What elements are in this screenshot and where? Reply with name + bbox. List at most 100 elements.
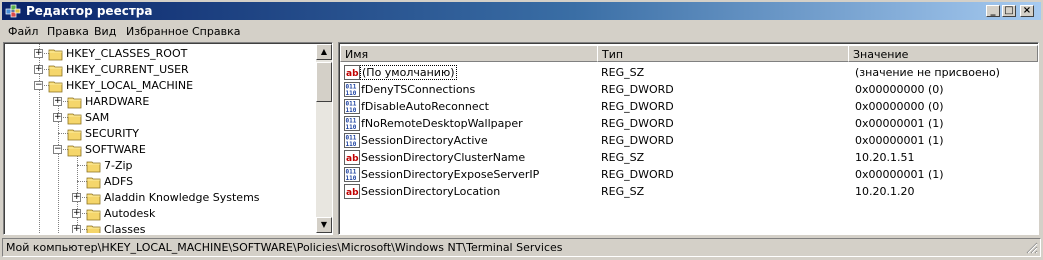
binary-value-icon: 011110 xyxy=(344,116,360,131)
menu-favorites[interactable]: Избранное xyxy=(126,25,188,38)
value-row[interactable]: 011 110 fDisableAutoReconnect REG_DWORD 0x00… xyxy=(341,98,1041,115)
menu-view[interactable]: Вид xyxy=(94,25,116,38)
value-data: 10.20.1.20 xyxy=(855,185,915,198)
value-name: fNoRemoteDesktopWallpaper xyxy=(361,117,523,130)
value-row[interactable]: 011 110 SessionDirectoryExposeServerIP REG_… xyxy=(341,166,1041,183)
folder-icon xyxy=(48,49,63,61)
tree-scrollbar[interactable]: ▲ ▼ xyxy=(316,44,332,233)
tree-node-label: SAM xyxy=(85,111,110,124)
expand-icon[interactable]: + xyxy=(72,225,81,233)
tree-node-software[interactable]: − SOFTWARE xyxy=(5,142,316,158)
minimize-button[interactable]: _ xyxy=(986,5,1000,17)
tree-node-hkey-local-machine[interactable]: − HKEY_LOCAL_MACHINE xyxy=(5,78,316,94)
scroll-thumb[interactable] xyxy=(316,62,332,102)
tree-node-classes[interactable]: + Classes xyxy=(5,222,316,233)
tree-node-label: SECURITY xyxy=(85,127,139,140)
value-row[interactable]: 011 110 SessionDirectoryActive REG_DWORD 0x0… xyxy=(341,132,1041,149)
status-bar: Мой компьютер\HKEY_LOCAL_MACHINE\SOFTWAR… xyxy=(2,238,1041,257)
tree-node-adfs[interactable]: ADFS xyxy=(5,174,316,190)
folder-icon xyxy=(86,225,101,233)
binary-value-icon: 011110 xyxy=(344,99,360,114)
expand-icon[interactable]: + xyxy=(53,97,62,106)
svg-text:ab: ab xyxy=(346,188,359,198)
value-type: REG_DWORD xyxy=(601,83,674,96)
resize-grip-icon[interactable] xyxy=(1026,242,1038,254)
tree-node-aladdin-knowledge-systems[interactable]: + Aladdin Knowledge Systems xyxy=(5,190,316,206)
value-type: REG_DWORD xyxy=(601,168,674,181)
close-button[interactable]: × xyxy=(1020,5,1034,17)
value-type: REG_DWORD xyxy=(601,117,674,130)
menu-edit[interactable]: Правка xyxy=(47,25,89,38)
folder-icon xyxy=(48,81,63,93)
tree-node-autodesk[interactable]: + Autodesk xyxy=(5,206,316,222)
registry-editor-window: Редактор реестра _ □ × Файл Правка Вид И… xyxy=(0,0,1043,260)
value-data: (значение не присвоено) xyxy=(855,66,1000,79)
column-header-value[interactable]: Значение xyxy=(848,45,1038,62)
value-row[interactable]: ab (По умолчанию) REG_SZ (значение не присв… xyxy=(341,64,1041,81)
expand-icon[interactable]: + xyxy=(34,65,43,74)
value-data: 0x00000000 (0) xyxy=(855,83,944,96)
folder-icon xyxy=(48,65,63,77)
svg-text:110: 110 xyxy=(346,175,357,182)
collapse-icon[interactable]: − xyxy=(34,81,43,90)
tree-node-sam[interactable]: + SAM xyxy=(5,110,316,126)
title-bar[interactable]: Редактор реестра _ □ × xyxy=(2,2,1041,20)
value-name: SessionDirectoryActive xyxy=(361,134,488,147)
expand-icon[interactable]: + xyxy=(72,209,81,218)
binary-value-icon: 011110 xyxy=(344,133,360,148)
svg-text:110: 110 xyxy=(346,124,357,131)
registry-editor-icon xyxy=(5,4,21,18)
tree-node-hkey-classes-root[interactable]: + HKEY_CLASSES_ROOT xyxy=(5,46,316,62)
expand-icon[interactable]: + xyxy=(34,49,43,58)
tree-node-label: Aladdin Knowledge Systems xyxy=(104,191,260,204)
tree-node-7-zip[interactable]: 7-Zip xyxy=(5,158,316,174)
status-path: Мой компьютер\HKEY_LOCAL_MACHINE\SOFTWAR… xyxy=(6,241,563,254)
folder-icon xyxy=(86,209,101,221)
value-name: SessionDirectoryLocation xyxy=(361,185,501,198)
value-name: fDisableAutoReconnect xyxy=(361,100,489,113)
value-row[interactable]: 011 110 fNoRemoteDesktopWallpaper REG_DWORD… xyxy=(341,115,1041,132)
svg-text:110: 110 xyxy=(346,90,357,97)
tree-node-label: Autodesk xyxy=(104,207,156,220)
value-type: REG_DWORD xyxy=(601,134,674,147)
value-row[interactable]: ab SessionDirectoryLocation REG_SZ 10.20.1.… xyxy=(341,183,1041,200)
tree-node-security[interactable]: SECURITY xyxy=(5,126,316,142)
menu-file[interactable]: Файл xyxy=(8,25,38,38)
value-row[interactable]: 011 110 fDenyTSConnections REG_DWORD 0x00000… xyxy=(341,81,1041,98)
maximize-button[interactable]: □ xyxy=(1002,5,1016,17)
value-type: REG_SZ xyxy=(601,151,645,164)
expand-icon[interactable]: + xyxy=(72,193,81,202)
svg-text:ab: ab xyxy=(346,154,359,164)
folder-icon xyxy=(67,97,82,109)
value-name: (По умолчанию) xyxy=(360,65,457,80)
tree-node-label: ADFS xyxy=(104,175,134,188)
tree-node-hkey-current-user[interactable]: + HKEY_CURRENT_USER xyxy=(5,62,316,78)
value-data: 0x00000000 (0) xyxy=(855,100,944,113)
string-value-icon: ab xyxy=(344,65,360,80)
tree-node-hardware[interactable]: + HARDWARE xyxy=(5,94,316,110)
binary-value-icon: 011110 xyxy=(344,167,360,182)
value-data: 10.20.1.51 xyxy=(855,151,915,164)
folder-icon xyxy=(86,193,101,205)
value-name: SessionDirectoryClusterName xyxy=(361,151,526,164)
expand-icon[interactable]: + xyxy=(53,113,62,122)
key-tree-pane: + HKEY_CLASSES_ROOT + HKEY_CURRENT_USER − HKE… xyxy=(3,42,333,235)
string-value-icon: ab xyxy=(344,184,360,199)
collapse-icon[interactable]: − xyxy=(53,145,62,154)
window-title: Редактор реестра xyxy=(26,4,153,18)
values-pane: Имя Тип Значение ab (По умолчанию) REG_SZ(… xyxy=(338,42,1039,235)
svg-text:ab: ab xyxy=(346,69,359,79)
value-row[interactable]: ab SessionDirectoryClusterName REG_SZ 10.20… xyxy=(341,149,1041,166)
value-type: REG_DWORD xyxy=(601,100,674,113)
binary-value-icon: 011110 xyxy=(344,82,360,97)
column-header-name[interactable]: Имя xyxy=(340,45,598,62)
scroll-down-button[interactable]: ▼ xyxy=(316,217,332,233)
tree-node-label: SOFTWARE xyxy=(85,143,146,156)
tree-node-label: 7-Zip xyxy=(104,159,133,172)
menu-help[interactable]: Справка xyxy=(192,25,240,38)
tree-node-label: Classes xyxy=(104,223,146,233)
column-header-type[interactable]: Тип xyxy=(597,45,849,62)
scroll-up-button[interactable]: ▲ xyxy=(316,44,332,60)
value-data: 0x00000001 (1) xyxy=(855,134,944,147)
tree-node-label: HARDWARE xyxy=(85,95,150,108)
